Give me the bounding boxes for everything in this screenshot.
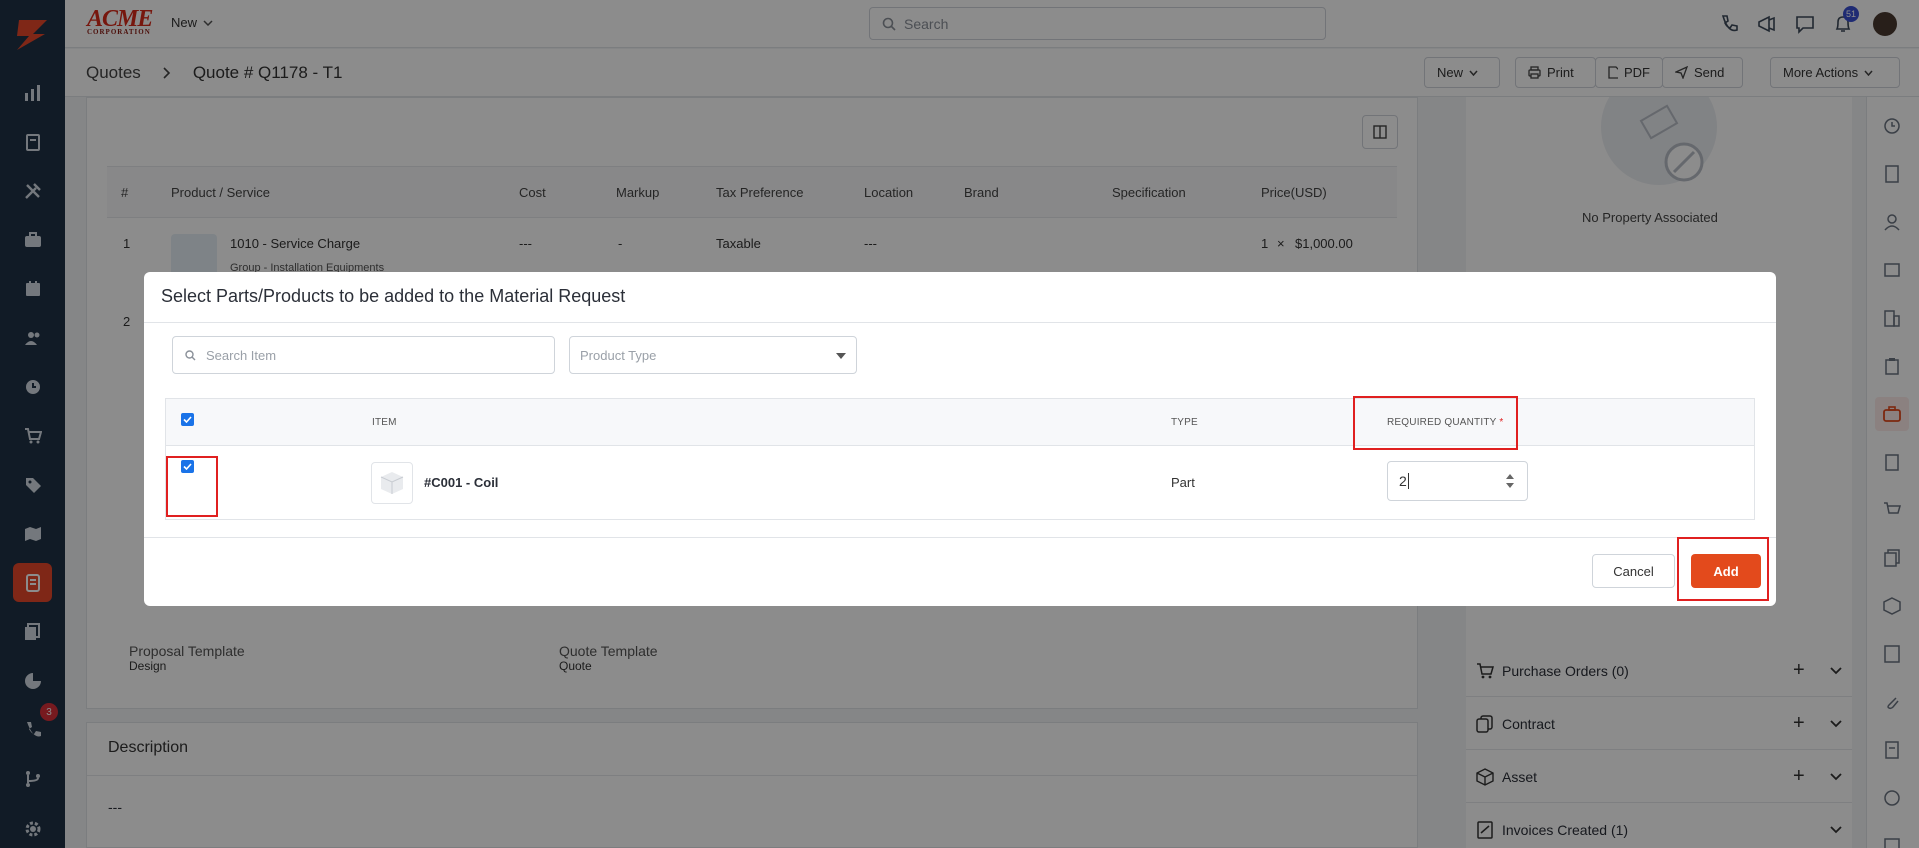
product-type-placeholder: Product Type [580,347,657,363]
search-icon [185,349,196,360]
highlight-add-button [1677,537,1769,601]
part-name: #C001 - Coil [424,475,499,490]
col-item: ITEM [372,417,397,428]
modal-title: Select Parts/Products to be added to the… [161,286,626,306]
select-parts-modal: Select Parts/Products to be added to the… [144,272,1776,606]
product-type-select[interactable]: Product Type [569,336,857,374]
highlight-row-checkbox [166,456,218,517]
search-item-field[interactable] [172,336,555,374]
part-thumbnail [371,462,413,504]
required-quantity-stepper[interactable]: 2 [1387,461,1528,501]
cube-icon [380,472,404,494]
part-type: Part [1171,475,1195,490]
checkmark-icon [183,416,192,423]
caret-down-icon [836,353,846,359]
select-all-checkbox[interactable] [181,413,194,426]
required-quantity-value: 2 [1399,473,1407,489]
spinner-arrows-icon[interactable] [1505,473,1515,489]
cancel-button[interactable]: Cancel [1592,554,1675,588]
col-type: TYPE [1171,417,1198,428]
search-item-input[interactable] [206,347,536,363]
highlight-required-quantity [1353,396,1518,450]
